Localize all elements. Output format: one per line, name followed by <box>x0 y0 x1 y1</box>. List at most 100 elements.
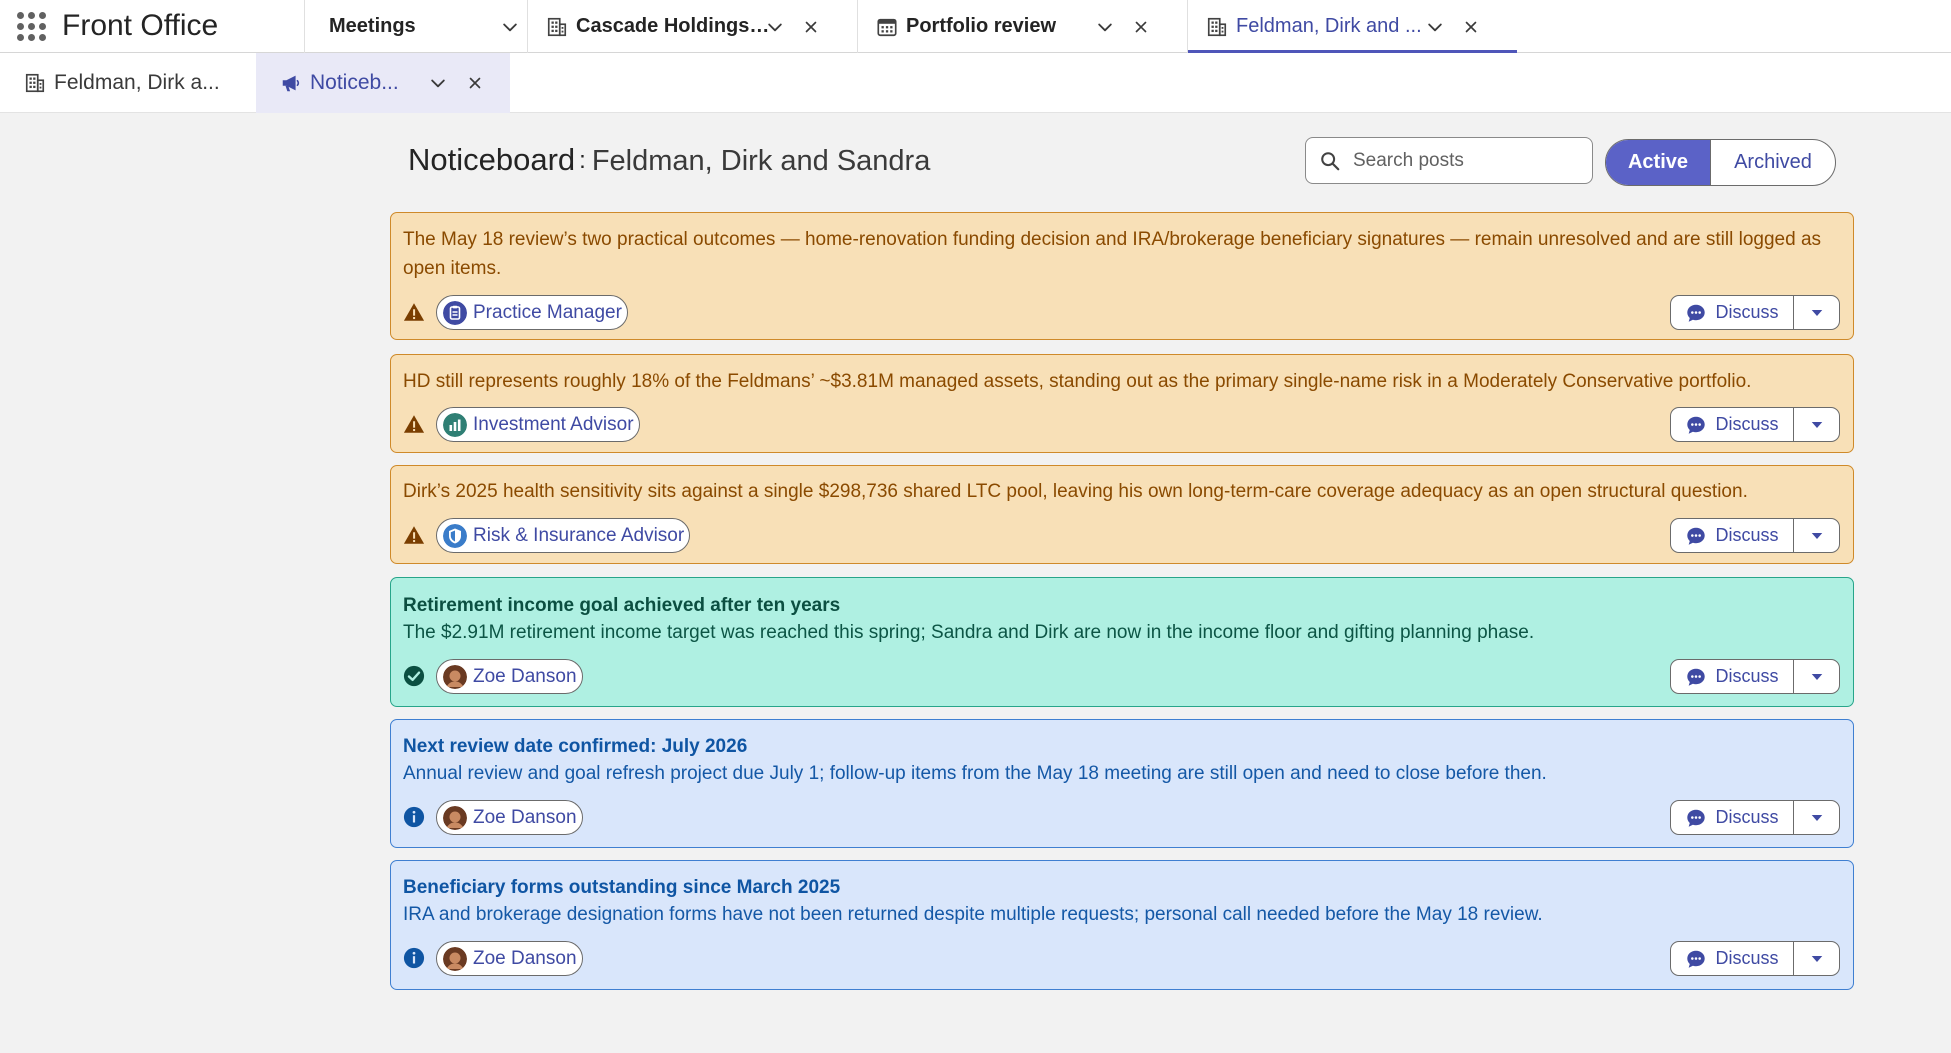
caret-down-icon <box>1808 416 1826 434</box>
chevron-down-icon[interactable] <box>499 16 521 38</box>
chat-bubble-icon <box>1685 948 1707 970</box>
post-body: IRA and brokerage designation forms have… <box>403 904 1543 925</box>
discuss-menu-button[interactable] <box>1794 296 1839 329</box>
close-icon[interactable] <box>800 16 822 38</box>
app-title: Front Office <box>62 9 219 42</box>
chat-bubble-icon <box>1685 666 1707 688</box>
subtab-feldman-dirk[interactable]: Feldman, Dirk a... <box>24 53 256 113</box>
post-card: The May 18 review’s two practical outcom… <box>390 212 1854 340</box>
search-input[interactable] <box>1353 149 1573 172</box>
title-separator: : <box>579 147 586 174</box>
warning-icon <box>403 301 425 323</box>
clipboard-icon <box>443 300 467 325</box>
discuss-button[interactable]: Discuss <box>1671 519 1794 552</box>
page-title: Noticeboard: Feldman, Dirk and Sandra <box>408 142 930 178</box>
filter-archived-button[interactable]: Archived <box>1710 140 1835 185</box>
discuss-button[interactable]: Discuss <box>1671 408 1794 441</box>
discuss-button-group: Discuss <box>1670 295 1840 330</box>
chart-icon <box>443 412 467 437</box>
author-chip[interactable]: Investment Advisor <box>436 407 640 442</box>
subtab-noticeboard[interactable]: Noticeb... <box>256 53 510 113</box>
tab-meetings[interactable]: Meetings <box>304 0 527 53</box>
author-chip[interactable]: Zoe Danson <box>436 659 583 694</box>
avatar <box>443 805 467 830</box>
chevron-down-icon[interactable] <box>427 72 449 94</box>
post-title: Next review date confirmed: July 2026 <box>403 736 748 757</box>
building-icon <box>1206 16 1228 38</box>
discuss-button[interactable]: Discuss <box>1671 801 1794 834</box>
discuss-button-group: Discuss <box>1670 800 1840 835</box>
post-card: Next review date confirmed: July 2026 An… <box>390 719 1854 848</box>
app-launcher-button[interactable] <box>0 0 62 52</box>
close-icon[interactable] <box>1460 16 1482 38</box>
chevron-down-icon[interactable] <box>764 16 786 38</box>
tab-portfolio-review[interactable]: Portfolio review <box>857 0 1187 53</box>
caret-down-icon <box>1808 668 1826 686</box>
page-subtitle: Feldman, Dirk and Sandra <box>591 145 931 177</box>
subtab-label: Noticeb... <box>310 71 399 94</box>
chevron-down-icon[interactable] <box>1424 16 1446 38</box>
discuss-menu-button[interactable] <box>1794 408 1839 441</box>
discuss-button[interactable]: Discuss <box>1671 942 1794 975</box>
discuss-menu-button[interactable] <box>1794 660 1839 693</box>
tab-cascade-holdings[interactable]: Cascade Holdings ... <box>527 0 857 53</box>
post-title: Retirement income goal achieved after te… <box>403 595 841 616</box>
chevron-down-icon[interactable] <box>1094 16 1116 38</box>
tab-label: Meetings <box>329 15 416 37</box>
close-icon[interactable] <box>1130 16 1152 38</box>
discuss-label: Discuss <box>1715 666 1779 686</box>
discuss-menu-button[interactable] <box>1794 942 1839 975</box>
post-card: Retirement income goal achieved after te… <box>390 577 1854 707</box>
discuss-button-group: Discuss <box>1670 659 1840 694</box>
discuss-menu-button[interactable] <box>1794 519 1839 552</box>
tab-label: Feldman, Dirk and ... <box>1236 15 1422 37</box>
discuss-button[interactable]: Discuss <box>1671 296 1794 329</box>
post-body: The $2.91M retirement income target was … <box>403 622 1535 643</box>
author-name: Zoe Danson <box>473 947 577 969</box>
author-chip[interactable]: Zoe Danson <box>436 941 583 976</box>
author-chip[interactable]: Zoe Danson <box>436 800 583 835</box>
discuss-button[interactable]: Discuss <box>1671 660 1794 693</box>
caret-down-icon <box>1808 950 1826 968</box>
post-body: Annual review and goal refresh project d… <box>403 763 1547 784</box>
calendar-icon <box>877 18 897 36</box>
discuss-label: Discuss <box>1715 807 1779 827</box>
checkmark-circle-icon <box>403 665 425 687</box>
warning-icon <box>403 413 425 435</box>
caret-down-icon <box>1808 527 1826 545</box>
caret-down-icon <box>1808 809 1826 827</box>
chat-bubble-icon <box>1685 807 1707 829</box>
chat-bubble-icon <box>1685 525 1707 547</box>
active-archived-toggle: Active Archived <box>1605 139 1836 186</box>
post-card: Beneficiary forms outstanding since Marc… <box>390 860 1854 990</box>
building-icon <box>546 16 568 38</box>
post-body: Dirk’s 2025 health sensitivity sits agai… <box>403 481 1748 502</box>
discuss-button-group: Discuss <box>1670 518 1840 553</box>
search-icon <box>1319 150 1341 172</box>
author-name: Zoe Danson <box>473 665 577 687</box>
discuss-label: Discuss <box>1715 302 1779 322</box>
discuss-label: Discuss <box>1715 414 1779 434</box>
discuss-menu-button[interactable] <box>1794 801 1839 834</box>
warning-icon <box>403 524 425 546</box>
tab-feldman-dirk[interactable]: Feldman, Dirk and ... <box>1187 0 1517 53</box>
top-bar: Front Office Meetings Cascade Holdings .… <box>0 0 1951 53</box>
megaphone-icon <box>282 75 300 92</box>
shield-icon <box>443 523 467 548</box>
post-card: HD still represents roughly 18% of the F… <box>390 354 1854 453</box>
filter-active-button[interactable]: Active <box>1606 140 1710 185</box>
author-chip[interactable]: Practice Manager <box>436 295 628 330</box>
discuss-label: Discuss <box>1715 525 1779 545</box>
waffle-icon <box>16 11 46 41</box>
post-title: Beneficiary forms outstanding since Marc… <box>403 877 841 898</box>
post-body: HD still represents roughly 18% of the F… <box>403 371 1752 392</box>
tab-label: Portfolio review <box>906 15 1057 37</box>
chat-bubble-icon <box>1685 414 1707 436</box>
avatar <box>443 664 467 689</box>
author-chip[interactable]: Risk & Insurance Advisor <box>436 518 691 553</box>
author-name: Investment Advisor <box>473 413 634 435</box>
info-icon <box>403 806 425 828</box>
search-box[interactable] <box>1305 137 1593 184</box>
close-icon[interactable] <box>464 72 486 94</box>
sub-tab-bar: Feldman, Dirk a... Noticeb... <box>0 53 1951 113</box>
